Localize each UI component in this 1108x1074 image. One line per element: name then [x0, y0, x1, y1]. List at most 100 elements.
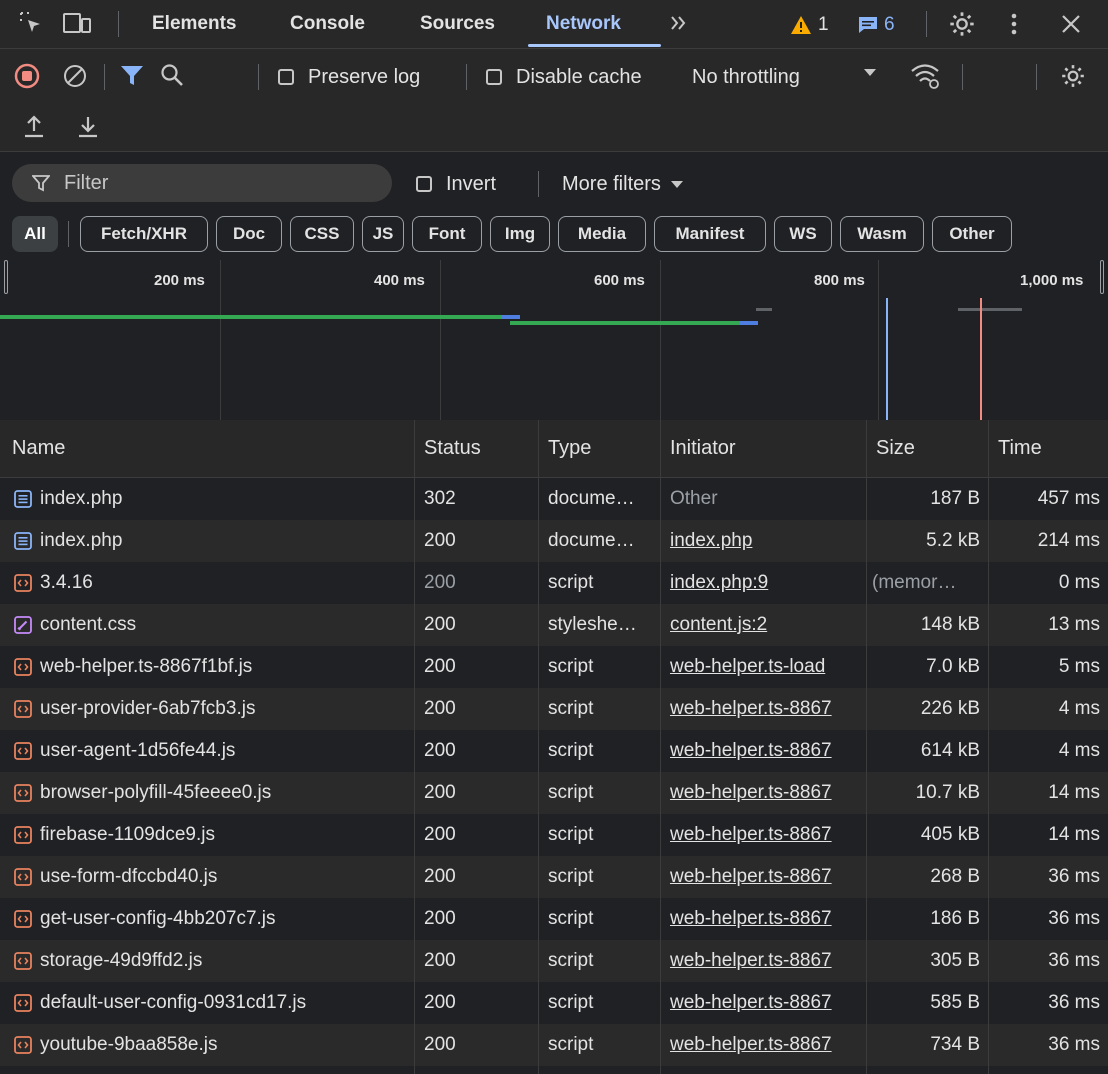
column-header-size[interactable]: Size — [876, 420, 915, 477]
type-filter-ws[interactable]: WS — [774, 216, 832, 252]
table-row[interactable]: firebase-1109dce9.js 200 script web-helper.… — [0, 814, 1108, 856]
messages-counter[interactable]: 6 — [858, 12, 895, 38]
inspect-element-icon[interactable] — [18, 10, 44, 36]
table-row[interactable]: web-helper.ts-8867f1bf.js 200 script web-he… — [0, 646, 1108, 688]
table-row[interactable]: default-user-config-0931cd17.js 200 script… — [0, 982, 1108, 1024]
cell-initiator[interactable]: index.php — [670, 520, 864, 562]
import-har-upload-icon[interactable] — [22, 113, 46, 139]
initiator-link[interactable]: web-helper.ts-8867 — [670, 824, 832, 846]
column-header-name[interactable]: Name — [12, 420, 65, 477]
cell-name[interactable]: index.php — [14, 478, 410, 520]
table-row[interactable]: 3.4.16 200 script index.php:9 (memor… 0 ms — [0, 562, 1108, 604]
network-settings-gear-icon[interactable] — [1060, 63, 1086, 89]
preserve-log-checkbox[interactable]: Preserve log — [278, 61, 420, 93]
network-overview-timeline[interactable]: 200 ms 400 ms 600 ms 800 ms 1,000 ms — [0, 260, 1108, 421]
initiator-link[interactable]: web-helper.ts-8867 — [670, 740, 832, 762]
column-header-type[interactable]: Type — [548, 420, 591, 477]
initiator-link[interactable]: web-helper.ts-8867 — [670, 782, 832, 804]
column-header-time[interactable]: Time — [998, 420, 1042, 477]
more-tabs-chevron-icon[interactable] — [668, 12, 690, 34]
table-row[interactable]: browser-polyfill-45feeee0.js 200 script web… — [0, 772, 1108, 814]
type-filter-other[interactable]: Other — [932, 216, 1012, 252]
cell-name[interactable]: web-helper.ts-8867f1bf.js — [14, 646, 410, 688]
table-row[interactable]: get-user-config-4bb207c7.js 200 script web-… — [0, 898, 1108, 940]
cell-name[interactable]: storage-49d9ffd2.js — [14, 940, 410, 982]
type-filter-manifest[interactable]: Manifest — [654, 216, 766, 252]
search-icon[interactable] — [160, 63, 184, 87]
cell-name[interactable]: user-agent-1d56fe44.js — [14, 730, 410, 772]
filter-input[interactable]: Filter — [12, 164, 392, 202]
device-toolbar-icon[interactable] — [62, 10, 92, 36]
cell-initiator[interactable]: web-helper.ts-8867 — [670, 730, 864, 772]
invert-checkbox[interactable]: Invert — [416, 168, 496, 200]
type-filter-all[interactable]: All — [12, 216, 58, 252]
cell-initiator[interactable]: web-helper.ts-8867 — [670, 814, 864, 856]
table-row[interactable]: youtube-9baa858e.js 200 script web-helper.t… — [0, 1024, 1108, 1066]
cell-name[interactable]: get-user-config-4bb207c7.js — [14, 898, 410, 940]
table-row[interactable]: content.css 200 styleshe… content.js:2 148 k… — [0, 604, 1108, 646]
cell-name[interactable]: content.css — [14, 604, 410, 646]
table-row[interactable]: user-provider-6ab7fcb3.js 200 script web-he… — [0, 688, 1108, 730]
tab-network[interactable]: Network — [546, 0, 621, 48]
column-header-status[interactable]: Status — [424, 420, 481, 477]
initiator-link[interactable]: web-helper.ts-8867 — [670, 908, 832, 930]
table-row[interactable]: user-agent-1d56fe44.js 200 script web-helpe… — [0, 730, 1108, 772]
initiator-link[interactable]: web-helper.ts-load — [670, 656, 825, 678]
type-filter-doc[interactable]: Doc — [216, 216, 282, 252]
disable-cache-checkbox-box[interactable] — [486, 69, 502, 85]
tab-sources[interactable]: Sources — [420, 0, 495, 48]
settings-gear-icon[interactable] — [948, 10, 976, 38]
throttling-select[interactable]: No throttling — [692, 61, 892, 93]
cell-initiator[interactable]: web-helper.ts-8867 — [670, 982, 864, 1024]
cell-name[interactable]: index.php — [14, 520, 410, 562]
initiator-link[interactable]: index.php:9 — [670, 572, 768, 594]
clear-log-icon[interactable] — [62, 63, 88, 89]
initiator-link[interactable]: web-helper.ts-8867 — [670, 866, 832, 888]
type-filter-img[interactable]: Img — [490, 216, 550, 252]
preserve-log-checkbox-box[interactable] — [278, 69, 294, 85]
close-devtools-icon[interactable] — [1060, 13, 1082, 35]
table-row[interactable]: index.php 302 docume… Other 187 B 457 ms — [0, 478, 1108, 520]
more-filters-dropdown[interactable]: More filters — [562, 168, 683, 200]
initiator-link[interactable]: content.js:2 — [670, 614, 767, 636]
cell-initiator[interactable]: content.js:2 — [670, 604, 864, 646]
cell-initiator[interactable]: web-helper.ts-load — [670, 646, 864, 688]
tab-elements[interactable]: Elements — [152, 0, 236, 48]
type-filter-css[interactable]: CSS — [290, 216, 354, 252]
initiator-link[interactable]: web-helper.ts-8867 — [670, 950, 832, 972]
invert-checkbox-box[interactable] — [416, 176, 432, 192]
cell-name[interactable]: 3.4.16 — [14, 562, 410, 604]
cell-name[interactable]: firebase-1109dce9.js — [14, 814, 410, 856]
timeline-right-handle[interactable] — [1100, 260, 1104, 294]
warnings-counter[interactable]: 1 — [790, 12, 829, 38]
initiator-link[interactable]: web-helper.ts-8867 — [670, 698, 832, 720]
record-stop-icon[interactable] — [14, 63, 40, 89]
initiator-link[interactable]: web-helper.ts-8867 — [670, 992, 832, 1014]
type-filter-media[interactable]: Media — [558, 216, 646, 252]
column-header-initiator[interactable]: Initiator — [670, 420, 736, 477]
table-row[interactable]: index.php 200 docume… index.php 5.2 kB 214 ms — [0, 520, 1108, 562]
timeline-left-handle[interactable] — [4, 260, 8, 294]
cell-name[interactable]: user-provider-6ab7fcb3.js — [14, 688, 410, 730]
cell-initiator[interactable]: web-helper.ts-8867 — [670, 940, 864, 982]
table-row[interactable]: use-form-dfccbd40.js 200 script web-helper.… — [0, 856, 1108, 898]
cell-initiator[interactable]: web-helper.ts-8867 — [670, 772, 864, 814]
cell-initiator[interactable]: web-helper.ts-8867 — [670, 898, 864, 940]
type-filter-js[interactable]: JS — [362, 216, 404, 252]
cell-initiator[interactable]: web-helper.ts-8867 — [670, 688, 864, 730]
more-options-kebab-icon[interactable] — [1010, 12, 1018, 36]
disable-cache-checkbox[interactable]: Disable cache — [486, 61, 642, 93]
cell-name[interactable]: default-user-config-0931cd17.js — [14, 982, 410, 1024]
cell-initiator[interactable]: web-helper.ts-8867 — [670, 1024, 864, 1066]
initiator-link[interactable]: index.php — [670, 530, 752, 552]
filter-funnel-icon[interactable] — [120, 65, 144, 87]
initiator-link[interactable]: web-helper.ts-8867 — [670, 1034, 832, 1056]
cell-initiator[interactable]: index.php:9 — [670, 562, 864, 604]
type-filter-fetch-xhr[interactable]: Fetch/XHR — [80, 216, 208, 252]
type-filter-font[interactable]: Font — [412, 216, 482, 252]
table-row[interactable]: storage-49d9ffd2.js 200 script web-helper.t… — [0, 940, 1108, 982]
cell-name[interactable]: browser-polyfill-45feeee0.js — [14, 772, 410, 814]
network-conditions-wifi-icon[interactable] — [910, 62, 940, 90]
cell-name[interactable]: youtube-9baa858e.js — [14, 1024, 410, 1066]
type-filter-wasm[interactable]: Wasm — [840, 216, 924, 252]
